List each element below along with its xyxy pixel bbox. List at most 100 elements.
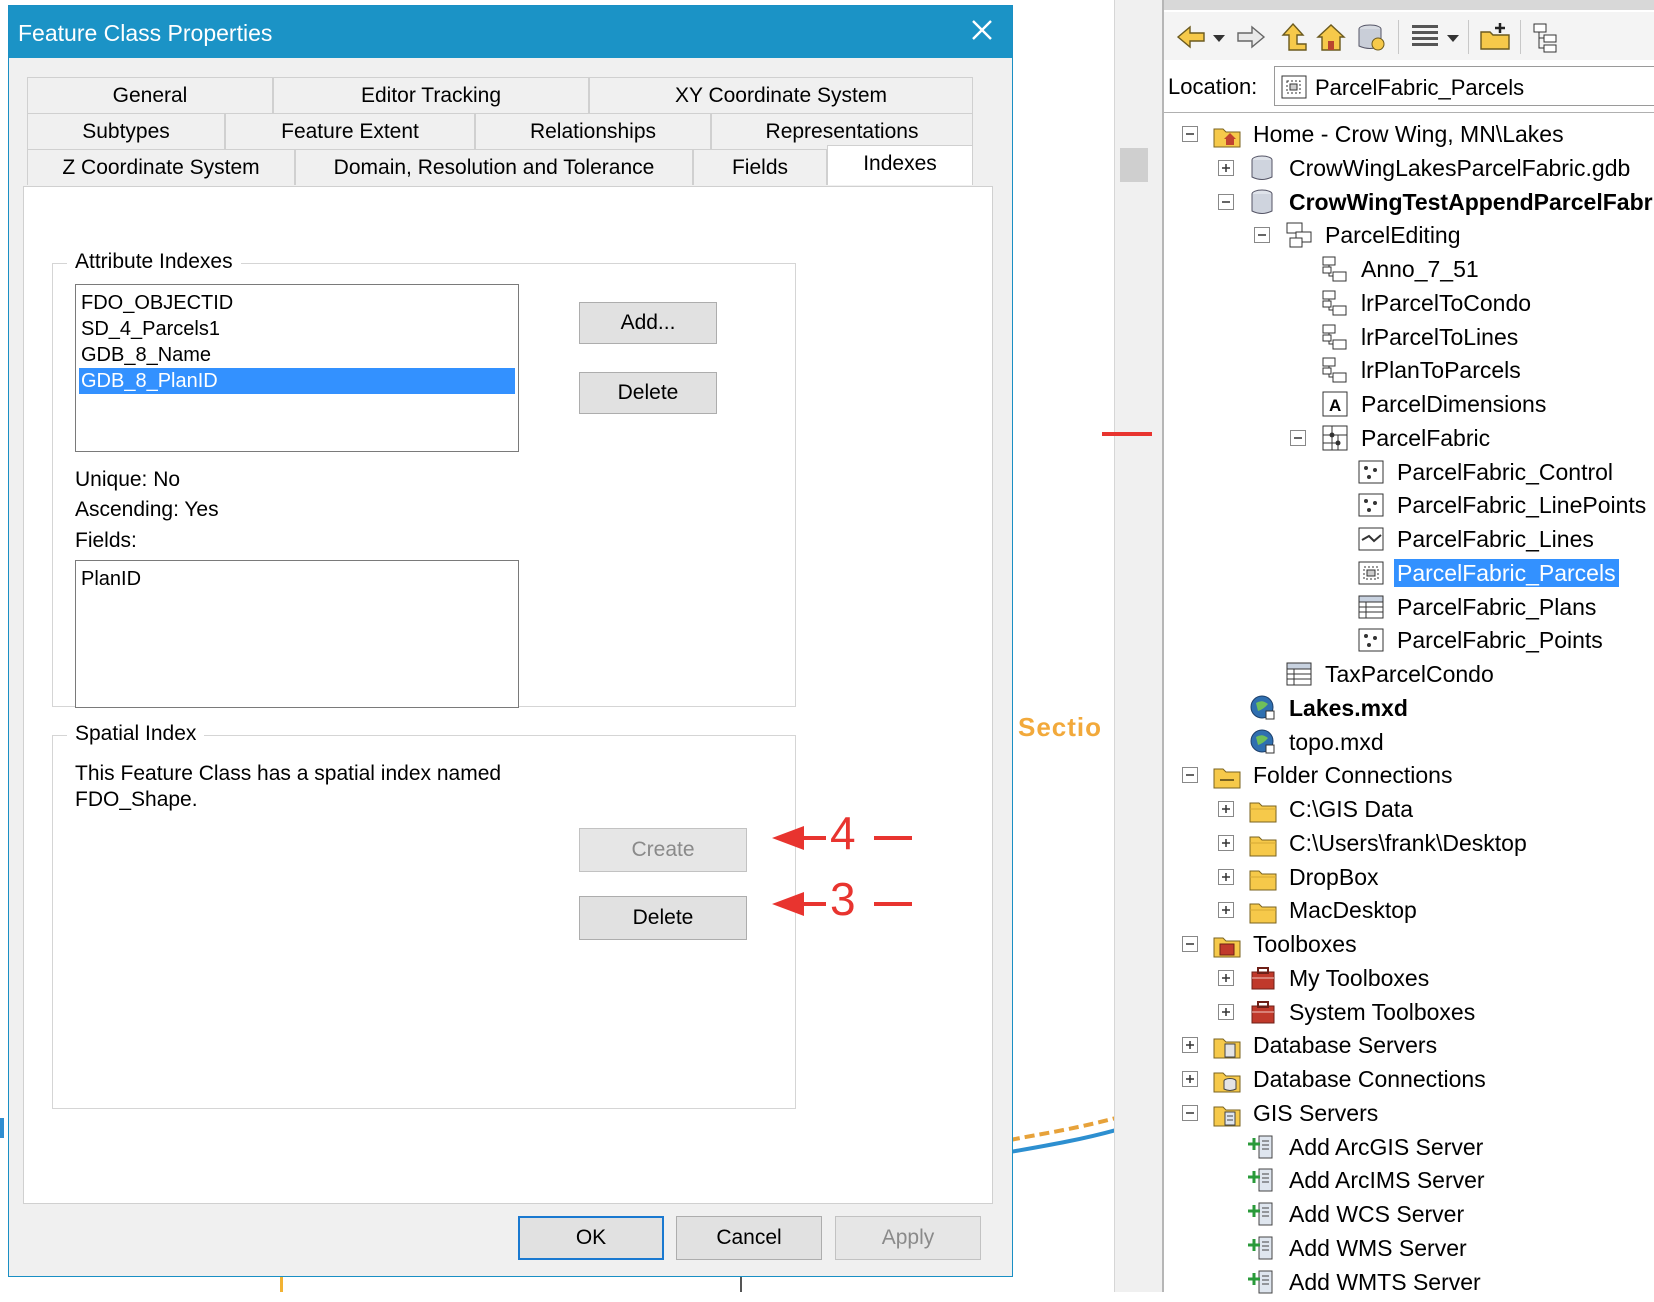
tree-node-parceldimensions[interactable]: A ParcelDimensions [1164,387,1654,421]
add-server-icon [1248,1165,1278,1195]
tree-node-c-users-frank-desktop[interactable]: C:\Users\frank\Desktop [1164,826,1654,860]
dialog-titlebar[interactable]: Feature Class Properties [9,6,1012,58]
list-item[interactable]: FDO_OBJECTID [76,290,518,316]
collapse-icon[interactable] [1182,1104,1198,1121]
expand-icon[interactable] [1182,1037,1198,1054]
add-index-button[interactable]: Add... [579,302,717,344]
tree-node-add-wmts-server[interactable]: Add WMTS Server [1164,1265,1654,1299]
tab-feature-extent[interactable]: Feature Extent [225,113,475,149]
tree-node-parcelfabric-linepoints[interactable]: ParcelFabric_LinePoints [1164,488,1654,522]
tree-node-home-crow-wing-mn-lakes[interactable]: Home - Crow Wing, MN\Lakes [1164,117,1654,151]
toggle-contents-panel-icon[interactable] [1530,20,1564,54]
tree-node-add-arcims-server[interactable]: Add ArcIMS Server [1164,1163,1654,1197]
tab-indexes[interactable]: Indexes [827,145,973,185]
attribute-index-list[interactable]: FDO_OBJECTID SD_4_Parcels1 GDB_8_Name GD… [75,284,519,452]
index-fields-list[interactable]: PlanID [75,560,519,708]
expand-icon[interactable] [1218,159,1234,176]
tree-node-parcelfabric-points[interactable]: ParcelFabric_Points [1164,623,1654,657]
tree-node-database-connections[interactable]: Database Connections [1164,1062,1654,1096]
expand-icon[interactable] [1218,969,1234,986]
tab-subtypes[interactable]: Subtypes [27,113,225,149]
tree-node-parcelediting[interactable]: ParcelEditing [1164,218,1654,252]
up-one-level-icon[interactable] [1276,20,1310,54]
collapse-icon[interactable] [1182,767,1198,784]
back-dropdown-icon[interactable] [1210,20,1228,54]
tree-node-crowwinglakesparcelfabric-gdb[interactable]: CrowWingLakesParcelFabric.gdb [1164,151,1654,185]
apply-button[interactable]: Apply [835,1216,981,1260]
tree-node-folder-connections[interactable]: Folder Connections [1164,758,1654,792]
expand-icon[interactable] [1218,801,1234,817]
tree-node-parcelfabric-parcels[interactable]: ParcelFabric_Parcels [1164,556,1654,590]
expand-icon[interactable] [1218,834,1234,851]
map-scrollbar[interactable] [1114,0,1163,1292]
expand-icon[interactable] [1218,868,1234,885]
tree-node-parcelfabric-lines[interactable]: ParcelFabric_Lines [1164,522,1654,556]
tree-node-my-toolboxes[interactable]: My Toolboxes [1164,961,1654,995]
tree-node-database-servers[interactable]: Database Servers [1164,1028,1654,1062]
create-spatial-index-button[interactable]: Create [579,828,747,872]
list-item[interactable]: GDB_8_Name [76,342,518,368]
expand-icon[interactable] [1182,1071,1198,1087]
tree-node-c-gis-data[interactable]: C:\GIS Data [1164,792,1654,826]
tree-node-anno-7-51[interactable]: Anno_7_51 [1164,252,1654,286]
tree-node-crowwingtestappendparcelfabr[interactable]: CrowWingTestAppendParcelFabr [1164,185,1654,219]
tree-node-label: TaxParcelCondo [1325,661,1494,687]
tree-node-label: DropBox [1289,863,1379,890]
tree-node-parcelfabric-plans[interactable]: ParcelFabric_Plans [1164,590,1654,624]
back-arrow-icon[interactable] [1174,20,1208,54]
tree-node-lrparceltocondo[interactable]: lrParcelToCondo [1164,286,1654,320]
collapse-icon[interactable] [1182,126,1198,142]
database-servers-icon [1212,1030,1242,1060]
list-item[interactable]: SD_4_Parcels1 [76,316,518,342]
relationship-class-icon [1320,254,1350,284]
table-icon [1356,592,1386,622]
tree-node-lrparceltolines[interactable]: lrParcelToLines [1164,320,1654,354]
collapse-icon[interactable] [1182,936,1198,952]
cancel-button[interactable]: Cancel [676,1216,822,1260]
collapse-icon[interactable] [1254,227,1270,244]
tree-node-system-toolboxes[interactable]: System Toolboxes [1164,995,1654,1029]
view-dropdown-icon[interactable] [1444,20,1462,54]
tab-general[interactable]: General [27,77,273,113]
expand-icon[interactable] [1218,902,1234,919]
tab-row-2: Subtypes Feature Extent Relationships Re… [27,113,997,149]
location-field[interactable]: ParcelFabric_Parcels [1274,66,1654,106]
close-icon[interactable] [968,16,996,44]
tree-node-dropbox[interactable]: DropBox [1164,860,1654,894]
home-icon[interactable] [1314,20,1348,54]
tree-node-macdesktop[interactable]: MacDesktop [1164,893,1654,927]
map-scroll-thumb[interactable] [1120,148,1148,182]
tree-node-topo-mxd[interactable]: topo.mxd [1164,725,1654,759]
tree-node-toolboxes[interactable]: Toolboxes [1164,927,1654,961]
collapse-icon[interactable] [1218,193,1234,210]
connect-folder-icon[interactable] [1478,20,1512,54]
delete-index-button[interactable]: Delete [579,372,717,414]
tab-z-coordinate-system[interactable]: Z Coordinate System [27,149,295,185]
tree-node-parcelfabric[interactable]: ParcelFabric [1164,421,1654,455]
tree-node-label: ParcelFabric_Lines [1397,526,1594,552]
ok-button[interactable]: OK [518,1216,664,1260]
tree-node-add-wcs-server[interactable]: Add WCS Server [1164,1197,1654,1231]
tree-node-lakes-mxd[interactable]: Lakes.mxd [1164,691,1654,725]
collapse-icon[interactable] [1290,429,1306,446]
tree-node-taxparcelcondo[interactable]: TaxParcelCondo [1164,657,1654,691]
tree-node-parcelfabric-control[interactable]: ParcelFabric_Control [1164,455,1654,489]
tab-fields[interactable]: Fields [693,149,827,185]
tree-node-add-arcgis-server[interactable]: Add ArcGIS Server [1164,1130,1654,1164]
expand-icon[interactable] [1218,1003,1234,1020]
tab-editor-tracking[interactable]: Editor Tracking [273,77,589,113]
toolbar-separator [1398,20,1399,54]
tab-domain-resolution-tolerance[interactable]: Domain, Resolution and Tolerance [295,149,693,185]
tab-relationships[interactable]: Relationships [475,113,711,149]
tab-xy-coordinate-system[interactable]: XY Coordinate System [589,77,973,113]
delete-spatial-index-button[interactable]: Delete [579,896,747,940]
view-list-icon[interactable] [1408,20,1442,54]
forward-arrow-icon[interactable] [1234,20,1268,54]
list-item-selected[interactable]: GDB_8_PlanID [79,368,515,394]
tree-node-add-wms-server[interactable]: Add WMS Server [1164,1231,1654,1265]
tree-node-gis-servers[interactable]: GIS Servers [1164,1096,1654,1130]
tree-node-lrplantoparcels[interactable]: lrPlanToParcels [1164,353,1654,387]
tab-representations[interactable]: Representations [711,113,973,149]
list-item[interactable]: PlanID [76,566,518,592]
disconnect-folder-icon[interactable] [1354,20,1388,54]
